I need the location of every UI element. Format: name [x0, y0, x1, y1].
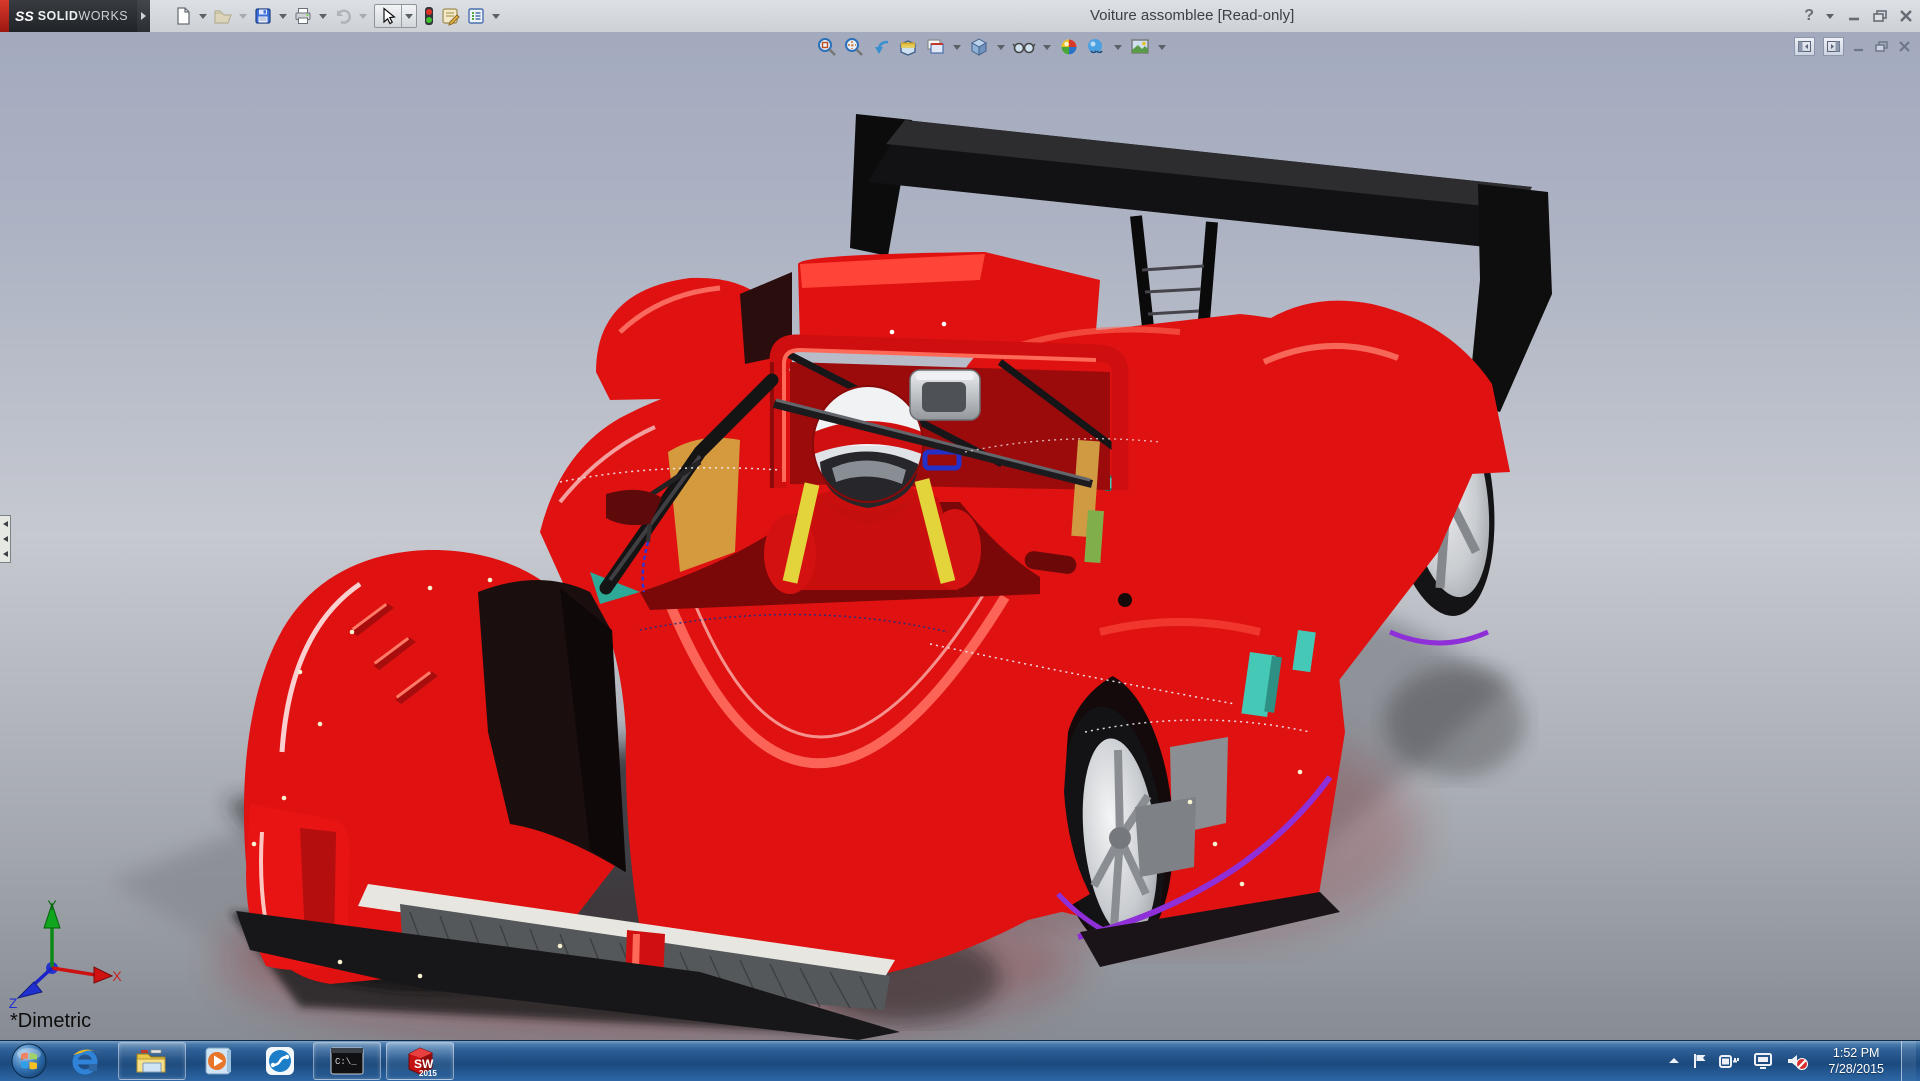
network-app-button[interactable]	[252, 1043, 308, 1079]
restore-document-button[interactable]	[1874, 40, 1890, 54]
windows-explorer-button[interactable]	[118, 1042, 186, 1080]
minimize-document-button[interactable]	[1852, 40, 1866, 54]
node-graph-app-icon	[264, 1045, 296, 1077]
apply-scene-button[interactable]	[1084, 35, 1108, 59]
power-plug-icon[interactable]	[1719, 1052, 1741, 1070]
new-dropdown-caret[interactable]	[199, 14, 207, 19]
command-prompt-icon: C:\_	[330, 1047, 364, 1075]
arrow-left-icon	[3, 521, 8, 527]
clock-date: 7/28/2015	[1828, 1061, 1884, 1077]
triad-x-label: X	[112, 968, 122, 984]
close-button[interactable]	[1898, 8, 1914, 24]
sw-year: 2015	[419, 1069, 437, 1078]
previous-view-button[interactable]	[869, 35, 893, 59]
caret-down-icon	[405, 14, 413, 19]
menu-expand-arrow[interactable]	[137, 0, 150, 32]
print-button[interactable]	[292, 4, 314, 28]
hide-show-items-button[interactable]	[1011, 35, 1037, 59]
internet-explorer-icon	[69, 1045, 101, 1077]
new-document-button[interactable]	[172, 4, 194, 28]
select-dropdown-caret[interactable]	[401, 5, 416, 27]
model-viewport-render[interactable]	[0, 32, 1920, 1040]
dassault-3ds-logo-icon: ЅS	[15, 8, 34, 24]
arrow-right-icon	[141, 12, 146, 20]
display-style-button[interactable]	[967, 35, 991, 59]
save-dropdown-caret[interactable]	[279, 14, 287, 19]
open-dropdown-caret[interactable]	[239, 14, 247, 19]
rear-view-camera-box[interactable]	[910, 370, 980, 420]
apply-scene-caret[interactable]	[1114, 45, 1122, 50]
display-style-caret[interactable]	[997, 45, 1005, 50]
window-controls: ?	[1804, 0, 1914, 32]
windows-start-orb-icon	[10, 1042, 48, 1080]
help-button[interactable]: ?	[1804, 7, 1814, 25]
collapse-left-pane-button[interactable]	[1794, 37, 1815, 56]
checklist-dropdown-caret[interactable]	[492, 14, 500, 19]
help-dropdown-caret[interactable]	[1826, 14, 1834, 19]
orientation-triad: Y X Z	[4, 896, 124, 1016]
print-dropdown-caret[interactable]	[319, 14, 327, 19]
taskbar-clock[interactable]: 1:52 PM 7/28/2015	[1828, 1045, 1884, 1078]
undo-dropdown-caret[interactable]	[359, 14, 367, 19]
clock-time: 1:52 PM	[1828, 1045, 1884, 1061]
taskbar-items: C:\_ SW 2015	[0, 1042, 454, 1080]
media-player-icon	[203, 1045, 235, 1077]
view-settings-caret[interactable]	[1158, 45, 1166, 50]
comment-note-button[interactable]	[439, 4, 463, 28]
arrow-left-icon	[3, 536, 8, 542]
volume-muted-icon[interactable]	[1785, 1051, 1809, 1071]
windows-media-player-button[interactable]	[191, 1043, 247, 1079]
system-tray: 1:52 PM 7/28/2015	[1667, 1041, 1920, 1081]
standard-toolbar	[172, 3, 503, 29]
view-orientation-label: *Dimetric	[10, 1010, 91, 1033]
save-button[interactable]	[252, 4, 274, 28]
interference-traffic-light-button[interactable]	[421, 3, 437, 29]
folder-icon	[135, 1046, 169, 1076]
zoom-to-area-button[interactable]	[842, 35, 866, 59]
windows-taskbar: C:\_ SW 2015 1:52 PM 7/28/2015	[0, 1040, 1920, 1081]
view-orientation-button[interactable]	[923, 35, 947, 59]
triad-y-label: Y	[47, 897, 57, 913]
start-button[interactable]	[6, 1043, 52, 1079]
cmd-prompt-text: C:\_	[335, 1057, 357, 1067]
graphics-area[interactable]: Y X Z *Dimetric	[0, 32, 1920, 1040]
view-settings-button[interactable]	[1128, 35, 1152, 59]
triad-z-label: Z	[9, 995, 18, 1011]
design-checklist-button[interactable]	[465, 4, 487, 28]
select-tool-button[interactable]	[375, 5, 401, 27]
zoom-to-fit-button[interactable]	[815, 35, 839, 59]
solidworks-brand: ЅS SOLIDWORKS	[9, 0, 137, 32]
restore-button[interactable]	[1871, 8, 1889, 24]
app-icon-sliver	[0, 0, 9, 32]
solidworks-2015-button[interactable]: SW 2015	[386, 1042, 454, 1080]
view-orientation-caret[interactable]	[953, 45, 961, 50]
action-center-flag-icon[interactable]	[1692, 1052, 1708, 1070]
solidworks-2015-icon: SW 2015	[402, 1044, 438, 1078]
section-view-button[interactable]	[896, 35, 920, 59]
hide-show-items-caret[interactable]	[1043, 45, 1051, 50]
network-display-icon[interactable]	[1752, 1052, 1774, 1070]
app-titlebar: ЅS SOLIDWORKS	[0, 0, 1920, 33]
collapse-right-pane-button[interactable]	[1823, 37, 1844, 56]
minimize-button[interactable]	[1846, 8, 1862, 24]
driver-helmet	[813, 386, 923, 524]
heads-up-view-toolbar	[815, 35, 1169, 59]
show-desktop-button[interactable]	[1901, 1041, 1916, 1081]
edit-appearance-button[interactable]	[1057, 35, 1081, 59]
brand-wordmark: SOLIDWORKS	[38, 9, 128, 23]
window-title: Voiture assomblee [Read-only]	[1090, 7, 1294, 24]
feature-tree-splitter-handle[interactable]	[0, 515, 11, 563]
internet-explorer-button[interactable]	[57, 1043, 113, 1079]
arrow-left-icon	[3, 551, 8, 557]
show-hidden-icons-button[interactable]	[1667, 1055, 1681, 1067]
open-document-button[interactable]	[212, 4, 234, 28]
document-window-controls	[1794, 37, 1912, 56]
close-document-button[interactable]	[1898, 40, 1912, 54]
select-tool-group	[374, 4, 417, 28]
command-prompt-button[interactable]: C:\_	[313, 1042, 381, 1080]
undo-button[interactable]	[332, 4, 354, 28]
